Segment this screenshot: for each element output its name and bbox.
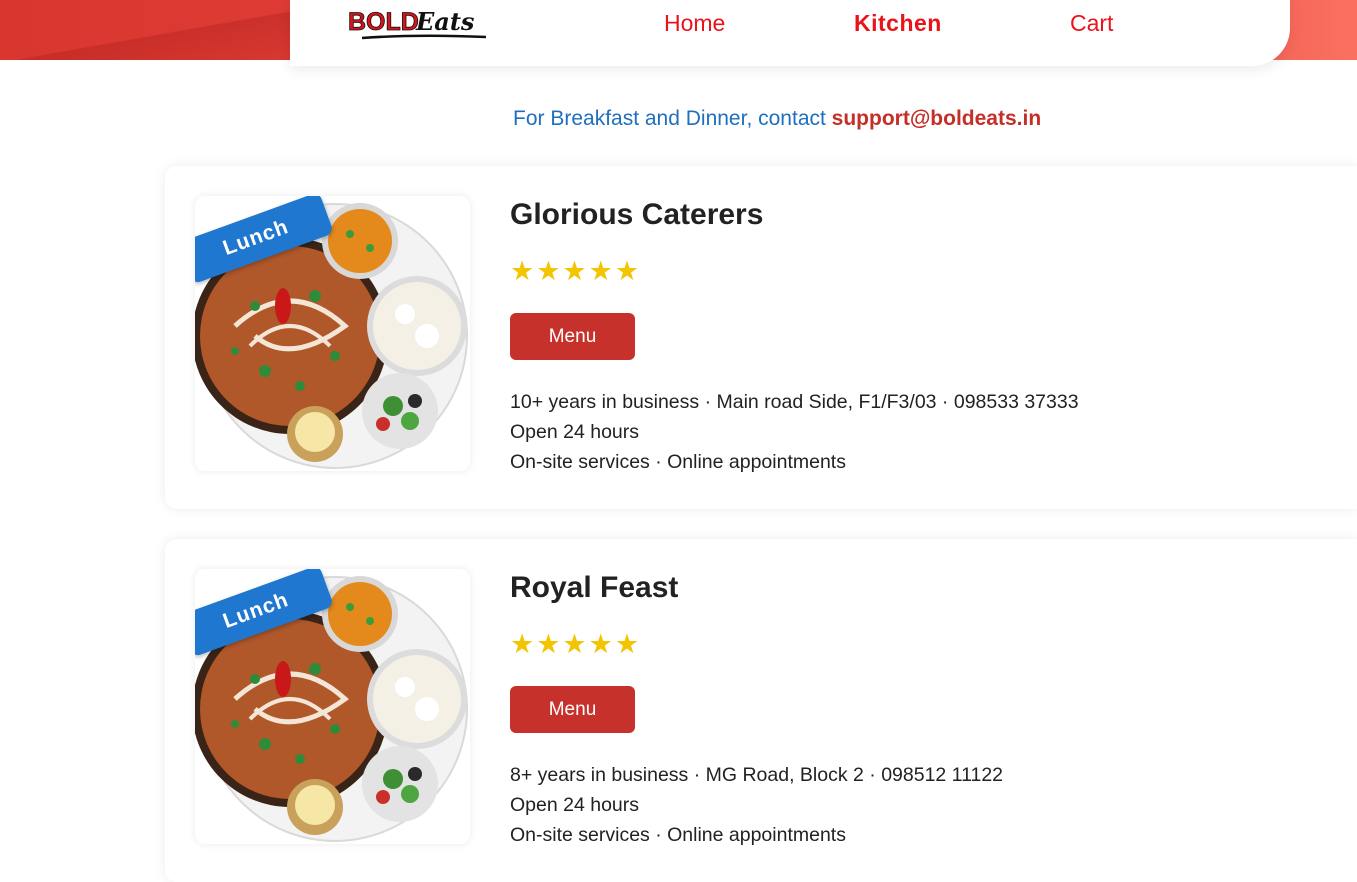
- logo-underline: [361, 34, 487, 40]
- header-band-shade: [0, 0, 300, 60]
- navbar: BOLD Eats Home Kitchen Cart: [290, 0, 1290, 66]
- kitchen-name[interactable]: Glorious Caterers: [510, 198, 763, 232]
- contact-banner: For Breakfast and Dinner, contact suppor…: [513, 107, 1041, 131]
- nav-home[interactable]: Home: [664, 10, 725, 37]
- thali-plate-image: Lunch: [195, 196, 470, 471]
- menu-button[interactable]: Menu: [510, 686, 635, 733]
- logo-bold-text: BOLD: [348, 8, 419, 36]
- logo-script-text: Eats: [415, 7, 475, 36]
- rating-stars: ★★★★★: [510, 256, 642, 286]
- kitchen-details: 10+ years in business · Main road Side, …: [510, 391, 1079, 413]
- nav-cart[interactable]: Cart: [1070, 10, 1113, 37]
- kitchen-hours: Open 24 hours: [510, 421, 640, 443]
- logo-graphic: BOLD Eats: [348, 7, 487, 40]
- rating-stars: ★★★★★: [510, 629, 642, 659]
- kitchen-services: On-site services · Online appointments: [510, 824, 846, 846]
- kitchen-name[interactable]: Royal Feast: [510, 571, 678, 605]
- menu-button[interactable]: Menu: [510, 313, 635, 360]
- nav-kitchen[interactable]: Kitchen: [854, 10, 942, 37]
- kitchen-card: Lunch Glorious Caterers ★★★★★ Menu 10+ y…: [165, 166, 1357, 509]
- kitchen-services: On-site services · Online appointments: [510, 451, 846, 473]
- kitchen-card: Lunch Royal Feast ★★★★★ Menu 8+ years in…: [165, 539, 1357, 882]
- contact-text: For Breakfast and Dinner, contact: [513, 107, 826, 130]
- kitchen-details: 8+ years in business · MG Road, Block 2 …: [510, 764, 1004, 786]
- boldeats-logo[interactable]: BOLD Eats: [348, 2, 493, 42]
- thali-plate-image: Lunch: [195, 569, 470, 844]
- kitchen-hours: Open 24 hours: [510, 794, 640, 816]
- support-email-link[interactable]: support@boldeats.in: [832, 107, 1041, 130]
